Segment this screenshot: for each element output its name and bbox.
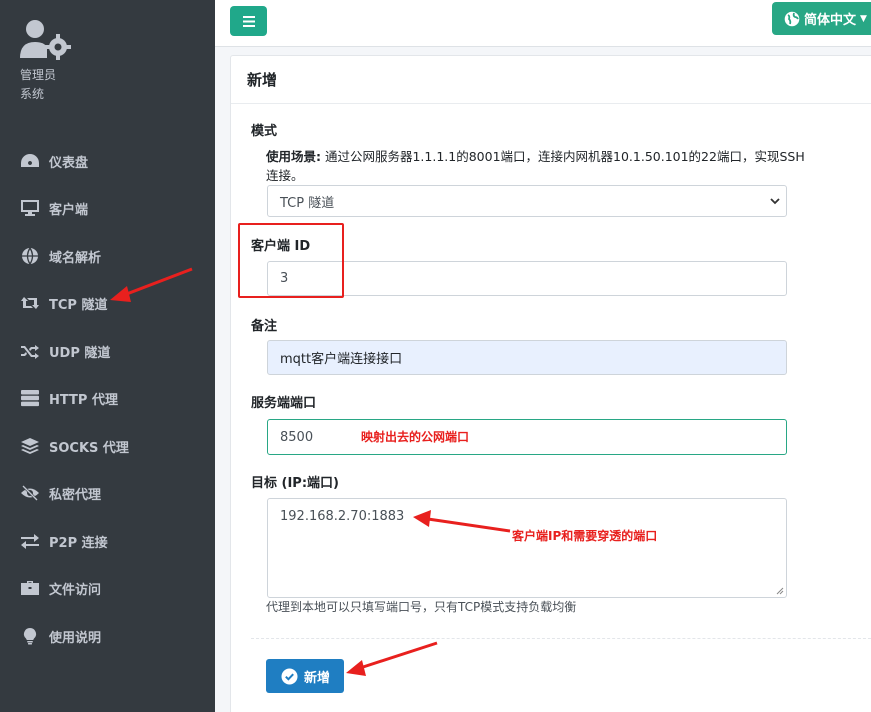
user-avatar	[18, 18, 72, 66]
language-label: 简体中文	[804, 13, 857, 28]
sidebar-item-p2p[interactable]: P2P 连接	[0, 521, 215, 561]
server-icon	[19, 389, 41, 407]
eye-slash-icon	[19, 484, 41, 502]
check-circle-icon	[281, 668, 298, 684]
random-icon	[19, 342, 41, 360]
target-value: 192.168.2.70:1883	[280, 509, 405, 524]
dashboard-icon	[19, 152, 41, 170]
retweet-icon	[19, 294, 41, 312]
new-tunnel-card: 新增 模式 使用场景: 通过公网服务器1.1.1.1的8001端口，连接内网机器…	[230, 55, 871, 712]
target-annotation: 客户端IP和需要穿透的端口	[512, 529, 658, 543]
sidebar-item-label: 客户端	[49, 202, 89, 218]
exchange-icon	[19, 532, 41, 550]
mode-label: 模式	[251, 124, 278, 139]
caret-down-icon: ▼	[860, 13, 867, 24]
server-port-label: 服务端端口	[251, 396, 317, 411]
chevron-down-icon	[770, 198, 780, 205]
usage-description: 通过公网服务器1.1.1.1的8001端口，连接内网机器10.1.50.101的…	[266, 149, 805, 183]
sidebar-item-udp[interactable]: UDP 隧道	[0, 331, 215, 371]
user-system-text: 系统	[20, 87, 45, 101]
desktop-icon	[19, 199, 41, 217]
sidebar-item-secret[interactable]: 私密代理	[0, 473, 215, 513]
server-port-input[interactable]: 8500	[267, 419, 787, 455]
remark-value: mqtt客户端连接接口	[280, 352, 403, 367]
sidebar-item-label: 私密代理	[49, 487, 102, 503]
globe-icon	[19, 247, 41, 265]
form-divider	[251, 638, 871, 639]
target-textarea[interactable]: 192.168.2.70:1883	[267, 498, 787, 598]
lightbulb-icon	[19, 627, 41, 645]
language-dropdown-button[interactable]: 简体中文 ▼	[772, 2, 871, 35]
target-help-text: 代理到本地可以只填写端口号，只有TCP模式支持负载均衡	[266, 600, 577, 614]
sidebar-item-label: P2P 连接	[49, 535, 108, 551]
sidebar-item-help[interactable]: 使用说明	[0, 616, 215, 656]
sidebar-item-http[interactable]: HTTP 代理	[0, 378, 215, 418]
target-label: 目标 (IP:端口)	[251, 476, 339, 491]
sidebar-item-socks[interactable]: SOCKS 代理	[0, 426, 215, 466]
usage-title: 使用场景:	[266, 149, 321, 164]
layers-icon	[19, 437, 41, 455]
client-id-highlight-box	[238, 223, 344, 298]
sidebar-item-dns[interactable]: 域名解析	[0, 236, 215, 276]
sidebar-item-label: SOCKS 代理	[49, 440, 129, 456]
submit-button[interactable]: 新增	[266, 659, 344, 693]
menu-toggle-button[interactable]	[230, 6, 267, 36]
sidebar-item-files[interactable]: 文件访问	[0, 568, 215, 608]
remark-label: 备注	[251, 319, 278, 334]
sidebar: 管理员 系统 仪表盘 客户端 域名解析 TCP 隧道 UDP 隧道 HTTP 代…	[0, 0, 215, 712]
server-port-value: 8500	[280, 429, 314, 445]
card-title: 新增	[231, 56, 871, 104]
mode-select-value: TCP 隧道	[280, 195, 335, 211]
globe-icon	[784, 11, 800, 26]
submit-label: 新增	[304, 670, 331, 686]
sidebar-item-label: TCP 隧道	[49, 297, 108, 313]
sidebar-item-label: UDP 隧道	[49, 345, 111, 361]
briefcase-icon	[19, 579, 41, 597]
sidebar-item-clients[interactable]: 客户端	[0, 188, 215, 228]
sidebar-item-label: 文件访问	[49, 582, 102, 598]
remark-input[interactable]: mqtt客户端连接接口	[267, 340, 787, 375]
sidebar-item-label: 仪表盘	[49, 155, 89, 171]
sidebar-item-label: 使用说明	[49, 630, 102, 646]
mode-select[interactable]: TCP 隧道	[267, 185, 787, 217]
sidebar-item-label: HTTP 代理	[49, 392, 118, 408]
user-role-text: 管理员	[20, 68, 57, 82]
client-id-input[interactable]: 3	[267, 261, 787, 296]
user-cog-icon	[20, 20, 71, 60]
sidebar-item-label: 域名解析	[49, 250, 102, 266]
hamburger-icon	[242, 15, 255, 27]
usage-help-text: 使用场景: 通过公网服务器1.1.1.1的8001端口，连接内网机器10.1.5…	[266, 147, 806, 185]
sidebar-item-dashboard[interactable]: 仪表盘	[0, 141, 215, 181]
resize-handle-icon[interactable]	[776, 587, 784, 595]
user-name: 管理员 系统	[20, 66, 140, 104]
port-annotation: 映射出去的公网端口	[361, 430, 470, 444]
top-navbar: 简体中文 ▼	[215, 0, 871, 47]
sidebar-item-tcp[interactable]: TCP 隧道	[0, 283, 215, 323]
